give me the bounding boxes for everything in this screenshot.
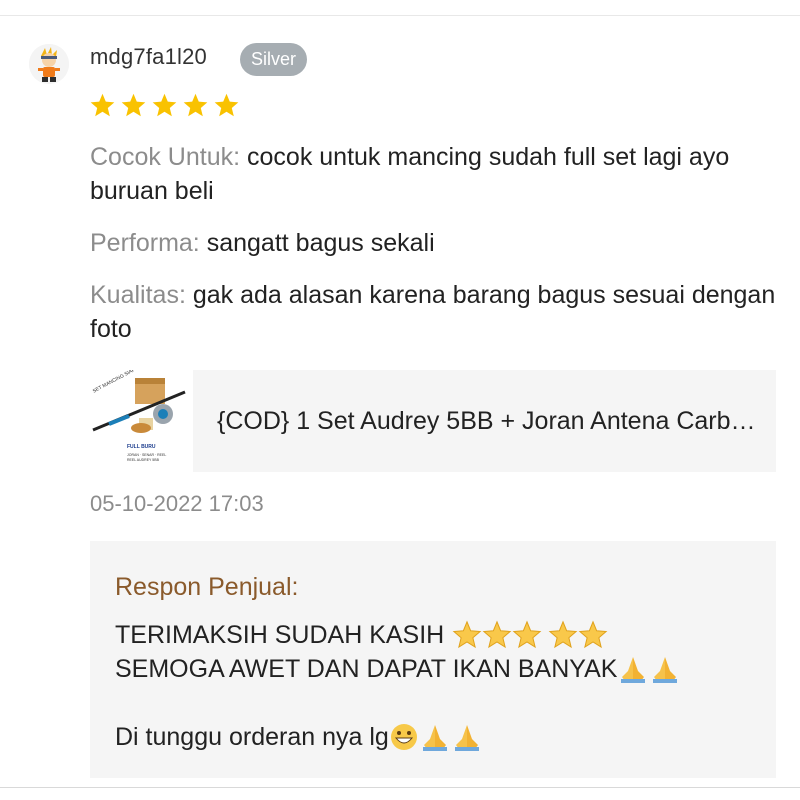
product-link[interactable]: {COD} 1 Set Audrey 5BB + Joran Antena Ca… [193,370,776,472]
review-field-cocok-untuk: Cocok Untuk: cocok untuk mancing sudah f… [90,140,780,208]
star-emoji-icon [578,620,608,649]
ninja-avatar-icon [29,44,69,84]
rating-stars [89,92,240,119]
svg-text:JORAN · SENAR · REEL: JORAN · SENAR · REEL [127,453,166,457]
grinning-face-icon [390,724,417,750]
field-label: Performa: [90,229,200,257]
star-emoji-icon [482,620,512,649]
praying-hands-icon [653,657,678,683]
field-value: sangatt bagus sekali [206,229,435,257]
field-label: Cocok Untuk: [90,143,241,171]
review-field-kualitas: Kualitas: gak ada alasan karena barang b… [90,278,780,346]
response-text: SEMOGA AWET DAN DAPAT IKAN BANYAK [115,655,618,683]
reviewer-username: mdg7fa1l20 [90,44,207,69]
star-emoji-icon [512,620,542,649]
reviewer-avatar[interactable] [29,44,69,84]
response-text: TERIMAKSIH SUDAH KASIH [115,621,445,649]
star-icon [214,93,239,117]
top-divider [0,15,800,16]
product-thumbnail[interactable]: SET MANCING SIAP PAKAI FULL BURU JORAN ·… [89,360,193,472]
praying-hands-icon [422,725,447,751]
bottom-divider [0,787,800,788]
product-name: {COD} 1 Set Audrey 5BB + Joran Antena Ca… [217,407,762,435]
star-icon [121,93,146,117]
seller-response-line: SEMOGA AWET DAN DAPAT IKAN BANYAK [115,652,681,686]
seller-response-box: Respon Penjual: TERIMAKSIH SUDAH KASIH S… [90,541,776,778]
review-timestamp: 05-10-2022 17:03 [90,491,264,516]
review-field-performa: Performa: sangatt bagus sekali [90,226,780,260]
svg-text:FULL BURU: FULL BURU [127,444,156,450]
response-text: Di tunggu orderan nya lg [115,723,389,751]
star-emojis [452,620,608,650]
seller-response-line: TERIMAKSIH SUDAH KASIH [115,618,608,652]
seller-response-line: Di tunggu orderan nya lg [115,720,483,754]
praying-hands-icon [454,725,479,751]
field-label: Kualitas: [90,281,186,309]
star-emoji-icon [548,620,578,649]
star-icon [183,93,208,117]
praying-hands-icon [621,657,646,683]
tier-badge: Silver [240,43,308,76]
svg-text:REEL AUDREY 5BB: REEL AUDREY 5BB [127,458,160,462]
star-icon [90,93,115,117]
star-emoji-icon [452,620,482,649]
field-value: gak ada alasan karena barang bagus sesua… [90,281,776,343]
fishing-rod-set-thumbnail: SET MANCING SIAP PAKAI FULL BURU JORAN ·… [89,360,193,472]
seller-response-title: Respon Penjual: [115,573,299,601]
star-icon [152,93,177,117]
